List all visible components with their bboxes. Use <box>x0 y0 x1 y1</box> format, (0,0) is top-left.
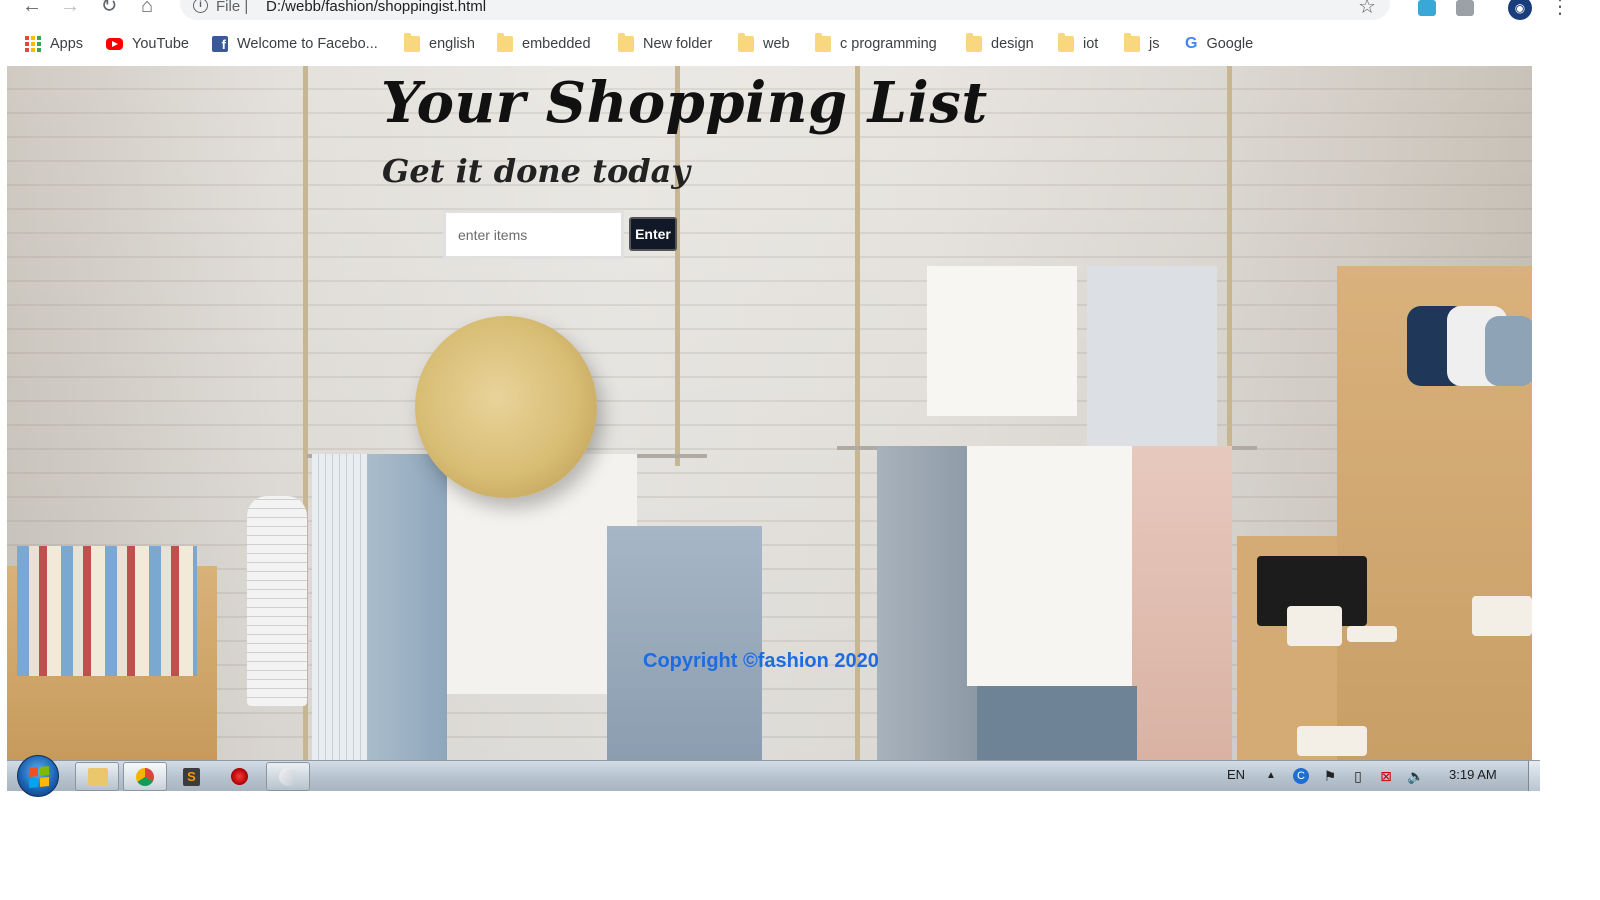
folder-icon <box>815 33 831 52</box>
volume-icon[interactable]: 🔈 <box>1407 768 1424 784</box>
bookmark-design[interactable]: design <box>966 33 1034 54</box>
folder-icon <box>497 33 513 52</box>
bookmark-label: web <box>763 36 790 52</box>
taskbar-ruby[interactable] <box>218 762 262 791</box>
app-tray-icon[interactable]: C <box>1293 768 1309 784</box>
youtube-icon <box>106 38 123 50</box>
bookmark-label: js <box>1149 36 1160 52</box>
bookmark-google[interactable]: G Google <box>1185 34 1253 54</box>
action-center-flag-icon[interactable]: ⚑ <box>1322 768 1338 784</box>
bookmark-c-programming[interactable]: c programming <box>815 33 937 54</box>
bookmark-label: english <box>429 36 475 52</box>
folder-icon <box>1124 33 1140 52</box>
taskbar: S EN ▲ C ⚑ ▯ ⊠ 🔈 3:19 AM <box>7 755 1540 797</box>
item-input[interactable] <box>443 210 624 259</box>
bookmark-web[interactable]: web <box>738 33 790 54</box>
browser-menu-icon[interactable]: ⋮ <box>1550 0 1570 19</box>
bookmark-label: embedded <box>522 36 591 52</box>
google-icon: G <box>1185 35 1198 52</box>
battery-icon[interactable]: ▯ <box>1350 768 1366 784</box>
file-explorer-icon <box>88 768 108 786</box>
language-indicator[interactable]: EN <box>1227 767 1245 782</box>
bookmark-apps[interactable]: Apps <box>25 34 83 54</box>
bookmark-star-icon[interactable]: ☆ <box>1358 0 1376 19</box>
url-scheme: File | <box>216 0 249 15</box>
paint-icon <box>279 768 297 786</box>
extension-avg-icon[interactable] <box>1456 0 1474 16</box>
straw-hat-image <box>415 316 597 498</box>
taskbar-file-explorer[interactable] <box>75 762 119 791</box>
folder-icon <box>1058 33 1074 52</box>
address-bar[interactable]: i File | D:/webb/fashion/shoppingist.htm… <box>180 0 1390 20</box>
bookmark-new-folder[interactable]: New folder <box>618 33 713 54</box>
info-icon[interactable]: i <box>193 0 208 13</box>
folder-icon <box>966 33 982 52</box>
bookmark-label: Google <box>1206 36 1254 52</box>
bookmarks-bar: Apps YouTube f Welcome to Facebo... engl… <box>0 30 1600 58</box>
clock-time[interactable]: 3:19 AM <box>1449 767 1497 782</box>
folder-icon <box>738 33 754 52</box>
url-text[interactable]: D:/webb/fashion/shoppingist.html <box>266 0 486 15</box>
bookmark-facebook[interactable]: f Welcome to Facebo... <box>212 34 378 54</box>
chrome-icon <box>136 768 154 786</box>
bookmark-youtube[interactable]: YouTube <box>106 34 189 54</box>
bookmark-label: YouTube <box>132 36 189 52</box>
folder-icon <box>404 33 420 52</box>
profile-avatar-icon[interactable]: ◉ <box>1508 0 1532 20</box>
extension-sync-icon[interactable] <box>1418 0 1436 16</box>
back-arrow-icon[interactable]: ← <box>20 0 44 20</box>
reload-icon[interactable]: ↻ <box>97 0 121 20</box>
forward-arrow-icon[interactable]: → <box>58 0 82 20</box>
page-viewport: Your Shopping List Get it done today Ent… <box>7 66 1532 760</box>
bookmark-label: New folder <box>643 36 713 52</box>
home-icon[interactable]: ⌂ <box>135 0 159 20</box>
bookmark-embedded[interactable]: embedded <box>497 33 591 54</box>
bookmark-label: iot <box>1083 36 1099 52</box>
windows-logo-icon <box>29 765 49 789</box>
page-subtitle: Get it done today <box>382 152 690 190</box>
copyright-footer: Copyright ©fashion 2020 <box>643 650 879 672</box>
ruby-icon <box>231 768 248 785</box>
facebook-icon: f <box>212 36 228 52</box>
taskbar-paint[interactable] <box>266 762 310 791</box>
bookmark-iot[interactable]: iot <box>1058 33 1099 54</box>
bookmark-label: c programming <box>840 36 937 52</box>
page-title: Your Shopping List <box>381 70 988 136</box>
browser-toolbar: ← → ↻ ⌂ i File | D:/webb/fashion/shoppin… <box>0 0 1600 22</box>
sublime-text-icon: S <box>183 768 200 786</box>
taskbar-chrome[interactable] <box>123 762 167 791</box>
bookmark-js[interactable]: js <box>1124 33 1160 54</box>
enter-button[interactable]: Enter <box>629 217 677 251</box>
folder-icon <box>618 33 634 52</box>
show-hidden-icons-icon[interactable]: ▲ <box>1263 768 1279 784</box>
start-button[interactable] <box>17 755 59 797</box>
bookmark-label: design <box>991 36 1034 52</box>
network-icon[interactable]: ⊠ <box>1378 768 1394 784</box>
bookmark-label: Welcome to Facebo... <box>237 36 378 52</box>
bookmark-label: Apps <box>50 36 84 52</box>
apps-icon <box>25 36 41 52</box>
bookmark-english[interactable]: english <box>404 33 475 54</box>
taskbar-sublime[interactable]: S <box>170 762 214 791</box>
show-desktop-button[interactable] <box>1528 761 1540 791</box>
